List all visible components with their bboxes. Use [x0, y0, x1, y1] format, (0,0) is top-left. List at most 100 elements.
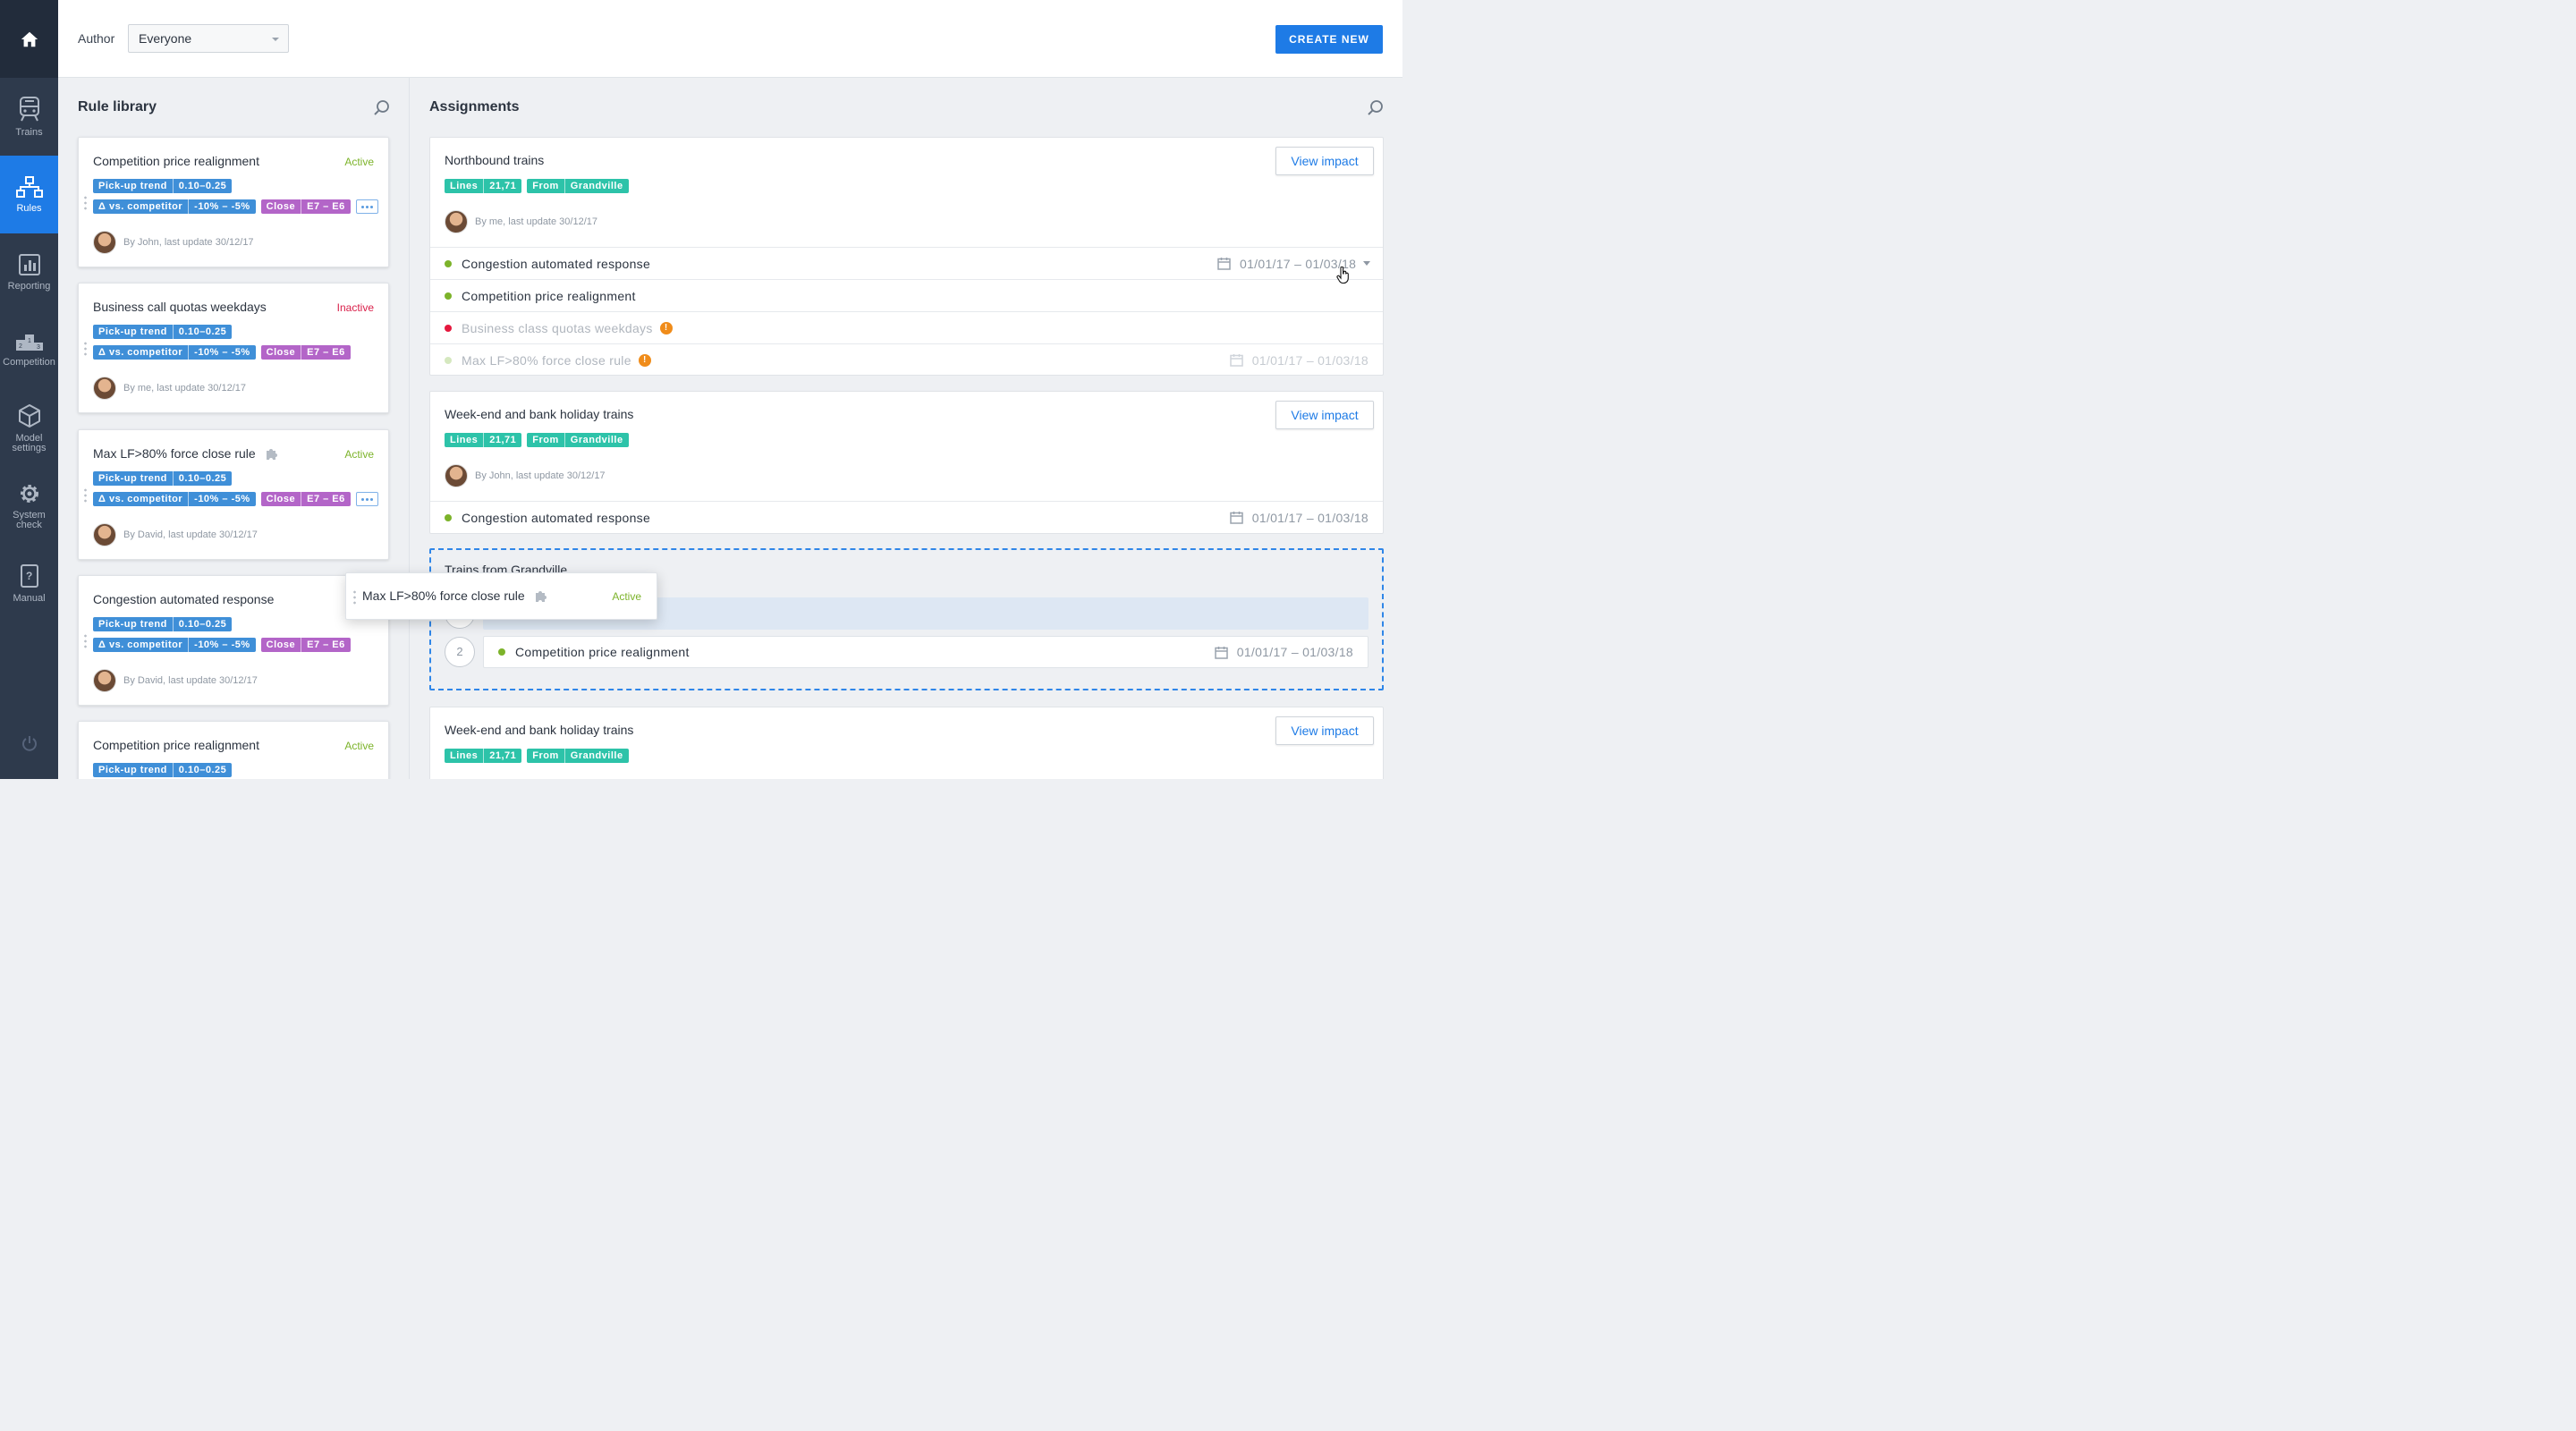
assignment-row[interactable]: Congestion automated response 01/01/17 –… — [430, 501, 1383, 533]
date-range-text: 01/01/17 – 01/03/18 — [1251, 352, 1368, 368]
power-button[interactable] — [0, 735, 58, 751]
panel-title: Rule library — [78, 99, 157, 114]
sidebar-item-trains[interactable]: Trains — [0, 78, 58, 156]
sidebar-item-label: Rules — [16, 203, 42, 214]
status-label: Active — [344, 156, 374, 168]
status-label: Active — [612, 590, 641, 603]
tag-pickup-trend: Pick-up trend 0.10–0.25 — [93, 617, 233, 631]
date-range[interactable]: 01/01/17 – 01/03/18 — [1229, 352, 1368, 368]
drag-handle[interactable] — [84, 341, 87, 357]
drag-handle[interactable] — [84, 487, 87, 504]
author-select[interactable]: Everyone — [128, 24, 289, 53]
tag-pickup-trend: Pick-up trend 0.10–0.25 — [93, 763, 233, 777]
svg-text:3: 3 — [37, 344, 40, 351]
sidebar-item-model-settings[interactable]: Model settings — [0, 389, 58, 467]
tag-lines: Lines 21,71 — [445, 179, 522, 193]
status-dot — [445, 259, 452, 267]
drag-handle[interactable] — [84, 633, 87, 649]
svg-text:1: 1 — [28, 338, 31, 344]
tag-from: From Grandville — [527, 433, 629, 447]
assignment-card: Week-end and bank holiday trains View im… — [429, 707, 1384, 779]
sidebar-item-label: Reporting — [7, 281, 51, 292]
view-impact-button[interactable]: View impact — [1275, 716, 1374, 745]
chevron-down-icon — [1363, 261, 1370, 266]
tag-row: Δ vs. competitor -10% – -5% Close E7 – E6 — [93, 199, 378, 214]
rule-title: Max LF>80% force close rule — [362, 588, 548, 603]
more-button[interactable] — [355, 492, 378, 506]
calendar-icon — [1229, 354, 1243, 367]
sidebar-item-label: System check — [13, 509, 46, 530]
rule-name: Business class quotas weekdays — [462, 320, 653, 335]
rule-card[interactable]: Congestion automated response Pick-up tr… — [78, 575, 389, 706]
author-label: Author — [78, 31, 115, 46]
assignment-title: Northbound trains — [445, 153, 545, 167]
search-icon[interactable] — [1367, 99, 1385, 122]
app-root: Trains Rules Reporting 213 Competition M… — [0, 0, 1402, 779]
search-icon[interactable] — [373, 99, 391, 122]
assignment-row[interactable]: Max LF>80% force close rule ! 01/01/17 –… — [430, 343, 1383, 376]
warning-icon: ! — [659, 321, 673, 334]
puzzle-icon — [266, 449, 277, 460]
reporting-icon — [18, 254, 40, 275]
byline: By David, last update 30/12/17 — [93, 669, 258, 692]
hand-cursor-icon — [1336, 267, 1349, 284]
rule-card[interactable]: Max LF>80% force close rule Active Pick-… — [78, 429, 389, 560]
svg-text:2: 2 — [19, 343, 22, 350]
sidebar-item-label: Competition — [3, 357, 55, 368]
status-dot — [445, 324, 452, 332]
calendar-icon — [1217, 258, 1231, 270]
assignment-row[interactable]: Competition price realignment — [430, 279, 1383, 311]
avatar — [93, 377, 116, 400]
order-number: 2 — [445, 637, 475, 667]
dragged-rule-card[interactable]: Max LF>80% force close rule Active — [345, 572, 657, 620]
rule-name: Max LF>80% force close rule — [462, 352, 631, 368]
assignment-row[interactable]: Competition price realignment 01/01/17 –… — [483, 636, 1368, 668]
rule-name: Competition price realignment — [462, 288, 636, 303]
rule-name: Congestion automated response — [462, 256, 651, 271]
sidebar-item-system-check[interactable]: System check — [0, 467, 58, 545]
home-button[interactable] — [0, 0, 58, 78]
calendar-icon — [1214, 646, 1228, 659]
tag-delta-competitor: Δ vs. competitor -10% – -5% — [93, 345, 256, 360]
sidebar-item-competition[interactable]: 213 Competition — [0, 311, 58, 389]
assignment-row[interactable]: Business class quotas weekdays ! — [430, 311, 1383, 343]
drag-handle[interactable] — [84, 195, 87, 211]
puzzle-icon — [535, 591, 547, 602]
byline: By David, last update 30/12/17 — [93, 523, 258, 546]
rule-card[interactable]: Business call quotas weekdays Inactive P… — [78, 283, 389, 413]
avatar — [93, 523, 116, 546]
rule-card[interactable]: Competition price realignment Active Pic… — [78, 137, 389, 267]
avatar — [445, 210, 468, 233]
tag-from: From Grandville — [527, 179, 629, 193]
rule-title: Competition price realignment — [93, 154, 259, 168]
status-label: Active — [344, 740, 374, 752]
rule-card[interactable]: Competition price realignment Active Pic… — [78, 721, 389, 779]
avatar — [93, 669, 116, 692]
status-dot — [498, 648, 505, 656]
rule-title-text: Max LF>80% force close rule — [362, 588, 525, 603]
rules-icon — [15, 176, 43, 198]
status-dot — [445, 513, 452, 521]
sidebar-item-reporting[interactable]: Reporting — [0, 233, 58, 311]
tag-row: Δ vs. competitor -10% – -5% Close E7 – E6 — [93, 345, 351, 360]
view-impact-button[interactable]: View impact — [1275, 147, 1374, 175]
tag-close: Close E7 – E6 — [260, 345, 351, 360]
create-new-button[interactable]: CREATE NEW — [1275, 25, 1383, 54]
cube-icon — [18, 403, 40, 428]
sidebar-item-rules[interactable]: Rules — [0, 156, 58, 233]
date-range-text: 01/01/17 – 01/03/18 — [1236, 645, 1353, 659]
tag-row: Pick-up trend 0.10–0.25 — [93, 763, 233, 777]
more-button[interactable] — [355, 199, 378, 214]
tag-from: From Grandville — [527, 749, 629, 763]
assignment-row[interactable]: Congestion automated response 01/01/17 –… — [430, 247, 1383, 279]
date-range[interactable]: 01/01/17 – 01/03/18 — [1214, 645, 1353, 659]
tag-pickup-trend: Pick-up trend 0.10–0.25 — [93, 325, 233, 339]
byline: By John, last update 30/12/17 — [93, 231, 254, 254]
assignments-panel: Assignments Northbound trains View impac… — [410, 78, 1402, 779]
tag-lines: Lines 21,71 — [445, 749, 522, 763]
date-range[interactable]: 01/01/17 – 01/03/18 — [1229, 511, 1368, 525]
view-impact-button[interactable]: View impact — [1275, 401, 1374, 429]
drag-handle[interactable] — [353, 589, 356, 605]
tag-row: Pick-up trend 0.10–0.25 — [93, 471, 233, 486]
sidebar-item-manual[interactable]: ? Manual — [0, 545, 58, 622]
